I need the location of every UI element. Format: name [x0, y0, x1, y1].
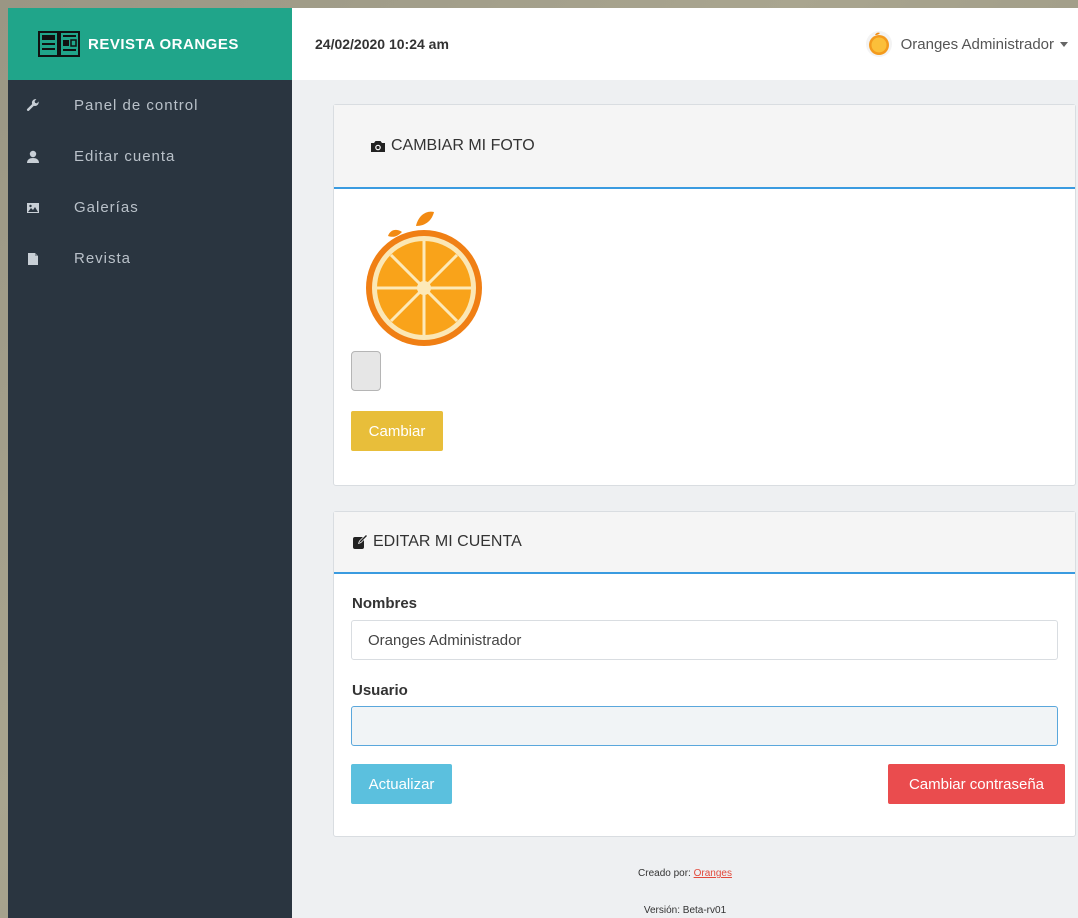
panel-header: CAMBIAR MI FOTO [334, 105, 1075, 189]
topbar: 24/02/2020 10:24 am Oranges Administrado… [292, 8, 1078, 80]
created-by-label: Creado por: [638, 868, 691, 879]
sidebar-item-label: Revista [74, 250, 132, 267]
camera-icon [371, 141, 385, 152]
sidebar-item-label: Galerías [74, 199, 139, 216]
magazine-logo-icon [38, 31, 80, 57]
sidebar: REVISTA ORANGES Panel de control Editar … [8, 8, 292, 918]
file-input[interactable] [351, 351, 381, 391]
usuario-field[interactable] [351, 706, 1058, 746]
brand[interactable]: REVISTA ORANGES [8, 8, 292, 80]
user-menu[interactable]: Oranges Administrador [865, 30, 1068, 58]
file-icon [26, 252, 40, 266]
avatar [865, 31, 892, 57]
panel-title: CAMBIAR MI FOTO [391, 137, 535, 154]
change-photo-panel: CAMBIAR MI FOTO Cambiar [333, 104, 1076, 486]
panel-title: EDITAR MI CUENTA [373, 533, 522, 550]
user-icon [26, 150, 40, 164]
sidebar-item-panel-de-control[interactable]: Panel de control [8, 80, 292, 131]
sidebar-item-editar-cuenta[interactable]: Editar cuenta [8, 131, 292, 182]
nombres-label: Nombres [352, 595, 418, 612]
sidebar-item-revista[interactable]: Revista [8, 233, 292, 284]
footer-credits: Creado por: Oranges [292, 868, 1078, 879]
sidebar-item-galerias[interactable]: Galerías [8, 182, 292, 233]
profile-photo [366, 211, 482, 346]
author-link[interactable]: Oranges [694, 868, 732, 879]
brand-title: REVISTA ORANGES [88, 35, 239, 53]
nombres-field[interactable] [351, 620, 1058, 660]
panel-header: EDITAR MI CUENTA [334, 512, 1075, 574]
cambiar-button[interactable]: Cambiar [351, 411, 443, 451]
change-password-button[interactable]: Cambiar contraseña [888, 764, 1065, 804]
sidebar-item-label: Panel de control [74, 97, 199, 114]
chevron-down-icon [1060, 41, 1068, 47]
footer-version: Versión: Beta-rv01 [643, 905, 727, 916]
app-window: REVISTA ORANGES Panel de control Editar … [8, 8, 1078, 918]
sidebar-nav: Panel de control Editar cuenta Galerías … [8, 80, 292, 284]
user-name: Oranges Administrador [900, 35, 1054, 53]
current-datetime: 24/02/2020 10:24 am [315, 36, 449, 52]
edit-icon [353, 534, 368, 549]
actualizar-button[interactable]: Actualizar [351, 764, 452, 804]
wrench-icon [26, 98, 40, 113]
image-icon [26, 201, 40, 215]
usuario-label: Usuario [352, 682, 408, 699]
sidebar-item-label: Editar cuenta [74, 148, 176, 165]
edit-account-panel: EDITAR MI CUENTA Nombres Usuario Actuali… [333, 511, 1076, 837]
